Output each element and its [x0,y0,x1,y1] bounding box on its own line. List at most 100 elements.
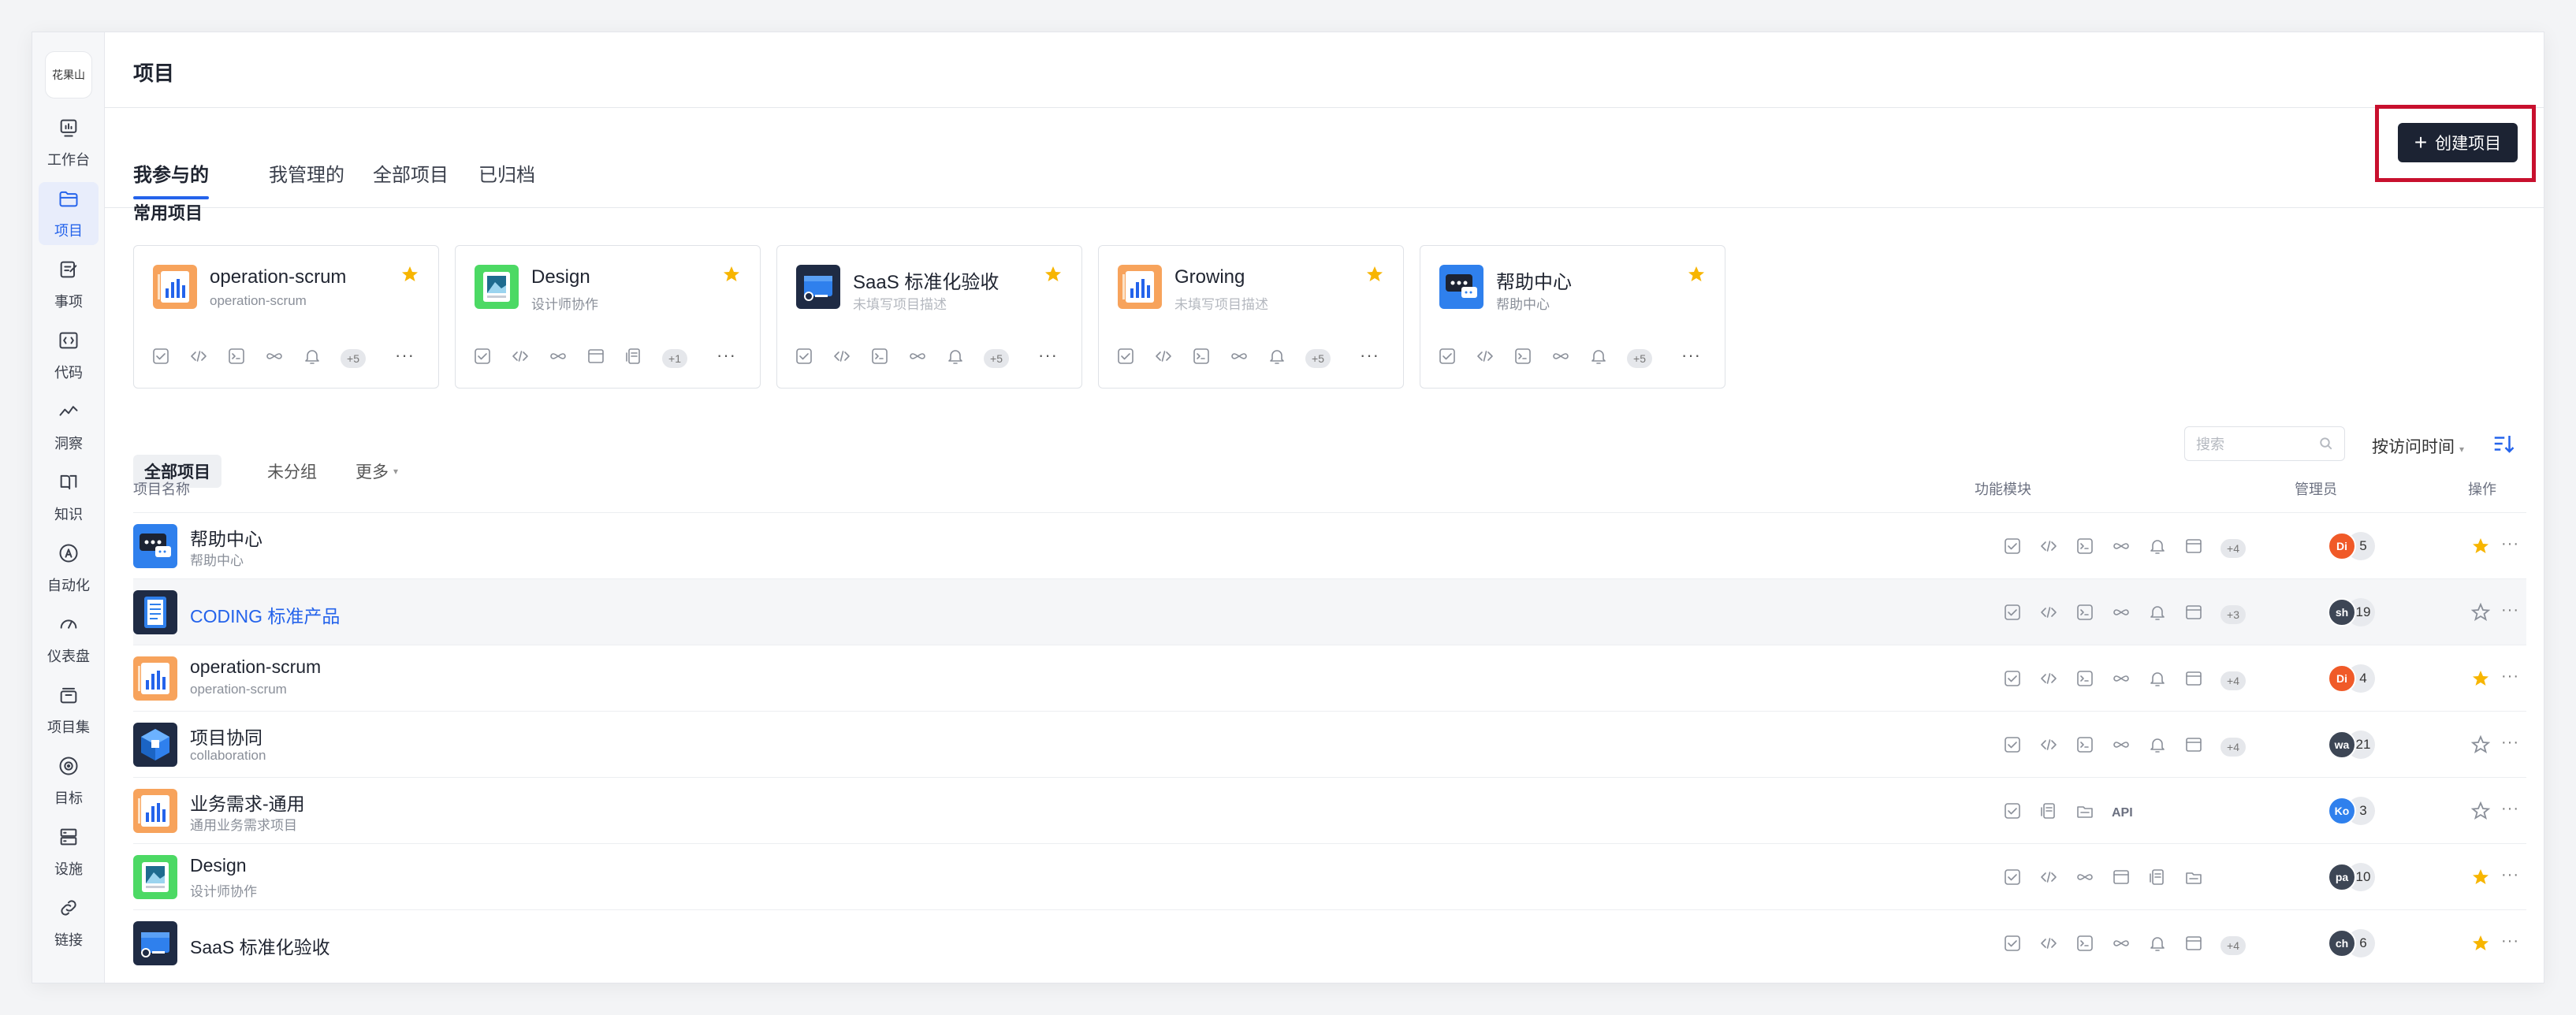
more-actions-icon[interactable]: ··· [1038,345,1058,366]
table-row[interactable]: operation-scrum operation-scrum +4 Di 4 ··· [133,645,2526,711]
code-icon[interactable] [2039,537,2058,560]
task-icon[interactable] [1438,347,1457,370]
terminal-icon[interactable] [2075,669,2094,692]
bell-icon[interactable] [1268,347,1286,370]
table-row[interactable]: 业务需求-通用 通用业务需求项目 API Ko 3 ··· [133,777,2526,843]
more-modules-badge[interactable]: +5 [984,348,1009,368]
tab-2[interactable]: 全部项目 [373,159,449,187]
project-name[interactable]: 业务需求-通用 [190,789,305,816]
sidebar-item-6[interactable]: 自动化 [39,537,99,600]
admin-group[interactable]: wa 21 [2328,731,2375,759]
bell-icon[interactable] [2148,537,2167,560]
terminal-icon[interactable] [2075,537,2094,560]
star-icon[interactable] [2470,602,2491,622]
admin-group[interactable]: Ko 3 [2328,797,2375,825]
infinity-icon[interactable] [1230,347,1249,370]
team-logo[interactable]: 花果山 [45,51,92,99]
bell-icon[interactable] [946,347,965,370]
task-icon[interactable] [2003,801,2022,824]
more-modules-badge[interactable]: +5 [1627,348,1652,368]
code-icon[interactable] [2039,868,2058,890]
window-icon[interactable] [2184,537,2203,560]
project-name[interactable]: 帮助中心 [190,524,262,551]
infinity-icon[interactable] [908,347,927,370]
more-actions-icon[interactable]: ··· [1681,345,1701,366]
project-name[interactable]: SaaS 标准化验收 [190,932,330,959]
terminal-icon[interactable] [2075,603,2094,626]
table-row[interactable]: CODING 标准产品 +3 sh 19 ··· [133,578,2526,645]
sort-dropdown[interactable]: 按访问时间 ▾ [2372,434,2464,458]
table-row[interactable]: 项目协同 collaboration +4 wa 21 ··· [133,711,2526,777]
project-card[interactable]: Growing 未填写项目描述 +5 ··· [1098,245,1404,389]
task-icon[interactable] [1116,347,1135,370]
table-row[interactable]: Design 设计师协作 pa 10 ··· [133,843,2526,909]
sidebar-item-1[interactable]: 项目 [39,182,99,245]
more-modules-badge[interactable]: +4 [2220,538,2246,558]
terminal-icon[interactable] [1513,347,1532,370]
more-actions-icon[interactable]: ··· [2501,667,2519,686]
task-icon[interactable] [151,347,170,370]
window-icon[interactable] [2184,603,2203,626]
task-icon[interactable] [2003,669,2022,692]
code-icon[interactable] [2039,669,2058,692]
infinity-icon[interactable] [2112,603,2131,626]
sidebar-item-5[interactable]: 知识 [39,466,99,529]
more-modules-badge[interactable]: +4 [2220,935,2246,955]
window-icon[interactable] [2184,669,2203,692]
more-modules-badge[interactable]: +4 [2220,671,2246,690]
terminal-icon[interactable] [2075,735,2094,758]
infinity-icon[interactable] [2112,537,2131,560]
task-icon[interactable] [473,347,492,370]
star-icon[interactable] [1044,265,1063,284]
project-card[interactable]: operation-scrum operation-scrum +5 ··· [133,245,439,389]
project-name[interactable]: 项目协同 [190,723,262,749]
star-icon[interactable] [2470,801,2491,820]
filter-2[interactable]: 更多 ▾ [356,455,398,488]
project-card[interactable]: Design 设计师协作 +1 ··· [455,245,761,389]
bell-icon[interactable] [2148,603,2167,626]
more-modules-badge[interactable]: +1 [662,348,687,368]
archive-icon[interactable] [2184,868,2203,890]
tab-3[interactable]: 已归档 [478,159,535,187]
star-icon[interactable] [1365,265,1384,284]
bell-icon[interactable] [2148,669,2167,692]
code-icon[interactable] [2039,735,2058,758]
archive-icon[interactable] [2075,801,2094,824]
star-icon[interactable] [2471,537,2490,556]
bell-icon[interactable] [2148,934,2167,957]
more-actions-icon[interactable]: ··· [717,345,736,366]
admin-group[interactable]: Di 5 [2328,532,2375,560]
bell-icon[interactable] [2148,735,2167,758]
terminal-icon[interactable] [227,347,246,370]
table-row[interactable]: 帮助中心 帮助中心 +4 Di 5 ··· [133,512,2526,578]
sidebar-item-0[interactable]: 工作台 [39,111,99,174]
star-icon[interactable] [2471,669,2490,688]
project-card[interactable]: 帮助中心 帮助中心 +5 ··· [1420,245,1725,389]
sidebar-item-11[interactable]: 链接 [39,891,99,954]
sidebar-item-10[interactable]: 设施 [39,820,99,883]
bell-icon[interactable] [1589,347,1608,370]
task-icon[interactable] [2003,868,2022,890]
sort-order-icon[interactable] [2492,432,2515,455]
infinity-icon[interactable] [2075,868,2094,890]
star-icon[interactable] [1687,265,1706,284]
task-icon[interactable] [795,347,813,370]
task-icon[interactable] [2003,603,2022,626]
code-icon[interactable] [511,347,530,370]
infinity-icon[interactable] [549,347,568,370]
bell-icon[interactable] [303,347,322,370]
code-icon[interactable] [2039,603,2058,626]
more-actions-icon[interactable]: ··· [2501,601,2519,619]
more-actions-icon[interactable]: ··· [395,345,415,366]
more-modules-badge[interactable]: +3 [2220,604,2246,624]
star-icon[interactable] [2471,934,2490,953]
doc-icon[interactable] [2148,868,2167,890]
terminal-icon[interactable] [2075,934,2094,957]
more-actions-icon[interactable]: ··· [2501,535,2519,553]
sidebar-item-4[interactable]: 洞察 [39,395,99,458]
sidebar-item-2[interactable]: 事项 [39,253,99,316]
api-module-label[interactable]: API [2112,806,2133,820]
more-actions-icon[interactable]: ··· [2501,734,2519,752]
code-icon[interactable] [189,347,208,370]
table-row[interactable]: SaaS 标准化验收 +4 ch 6 ··· [133,909,2526,976]
